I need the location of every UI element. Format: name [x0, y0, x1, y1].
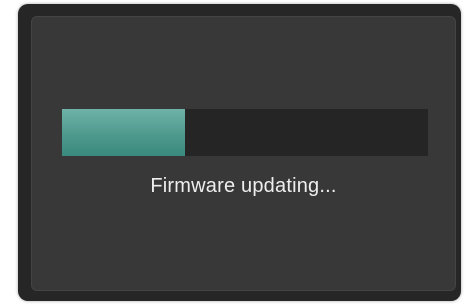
status-message: Firmware updating... [150, 175, 337, 197]
device-frame: Firmware updating... [18, 4, 461, 301]
progress-bar-fill [62, 109, 185, 156]
progress-bar [62, 109, 428, 156]
firmware-update-screen: Firmware updating... [31, 16, 456, 291]
